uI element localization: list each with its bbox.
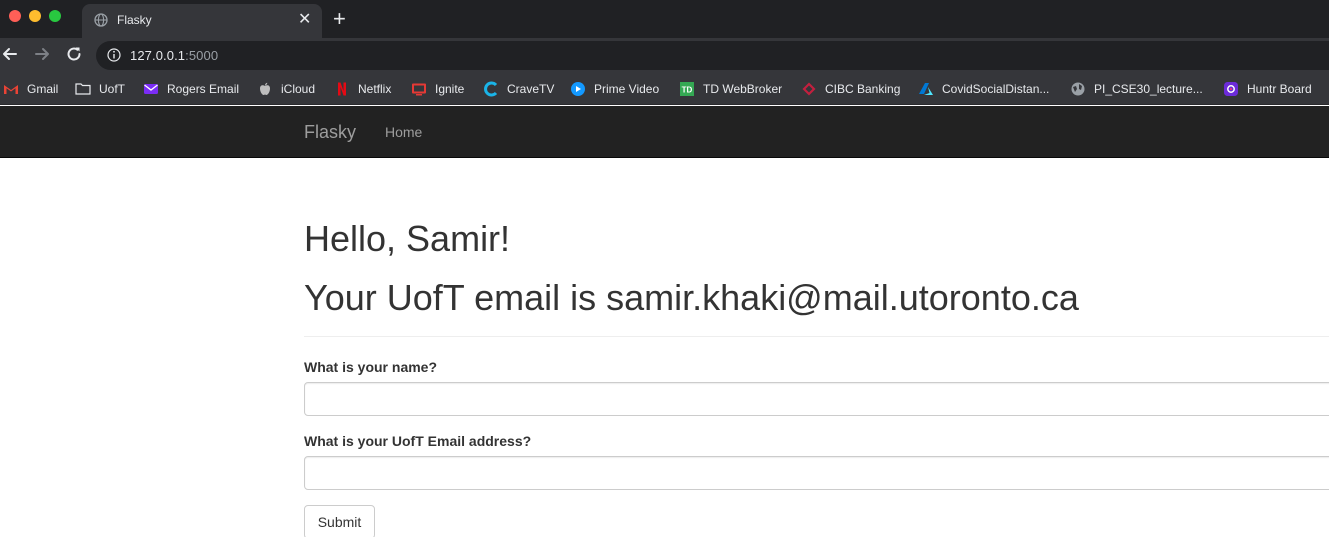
page-content: Hello, Samir! Your UofT email is samir.k… <box>0 158 1329 537</box>
navbar-brand[interactable]: Flasky <box>304 122 356 143</box>
bookmark-label: CraveTV <box>507 82 555 96</box>
email-input[interactable] <box>304 456 1329 490</box>
huntr-icon <box>1224 82 1238 96</box>
bookmark-label: Netflix <box>358 82 392 96</box>
close-window-button[interactable] <box>9 10 21 22</box>
gmail-icon <box>4 85 18 94</box>
bookmark-icloud[interactable]: iCloud <box>257 80 315 98</box>
submit-button[interactable]: Submit <box>304 505 375 537</box>
bookmark-covidsocialdistan[interactable]: CovidSocialDistan... <box>918 80 1049 98</box>
bookmark-label: PI_CSE30_lecture... <box>1094 82 1203 96</box>
folder-icon <box>75 83 91 95</box>
bookmark-gmail[interactable]: Gmail <box>3 80 58 98</box>
globe-icon <box>94 13 108 27</box>
site-navbar: Flasky Home <box>0 106 1329 158</box>
url-port: :5000 <box>185 48 219 63</box>
ignite-icon <box>412 83 426 96</box>
browser-toolbar: 127.0.0.1:5000 <box>0 38 1329 73</box>
bookmark-prime-video[interactable]: Prime Video <box>570 80 659 98</box>
email-heading: Your UofT email is samir.khaki@mail.utor… <box>304 277 1079 318</box>
prime-video-icon <box>571 82 585 96</box>
svg-text:TD: TD <box>682 86 693 95</box>
bookmark-label: CIBC Banking <box>825 82 901 96</box>
maximize-window-button[interactable] <box>49 10 61 22</box>
cibc-icon <box>802 82 816 96</box>
close-tab-icon[interactable]: ✕ <box>298 11 311 29</box>
nav-link-home[interactable]: Home <box>385 124 422 140</box>
page-header-divider <box>304 336 1329 337</box>
url-text: 127.0.0.1:5000 <box>130 48 218 63</box>
forward-arrow-icon[interactable] <box>32 44 52 64</box>
tab-title: Flasky <box>117 13 152 27</box>
globe-icon <box>1071 82 1085 96</box>
greeting-heading: Hello, Samir! <box>304 218 511 259</box>
url-host: 127.0.0.1 <box>130 48 186 63</box>
new-tab-button[interactable]: + <box>333 6 346 32</box>
bookmark-label: iCloud <box>281 82 316 96</box>
bookmark-label: Huntr Board <box>1247 82 1312 96</box>
bookmark-uoft[interactable]: UofT <box>75 80 125 98</box>
bookmark-label: UofT <box>99 82 126 96</box>
apple-icon <box>260 82 270 95</box>
bookmark-label: TD WebBroker <box>703 82 783 96</box>
yahoo-mail-icon <box>144 84 158 94</box>
td-icon: TD <box>680 82 694 96</box>
bookmark-label: Ignite <box>435 82 465 96</box>
name-input[interactable] <box>304 382 1329 416</box>
back-arrow-icon[interactable] <box>0 44 20 64</box>
minimize-window-button[interactable] <box>29 10 41 22</box>
bookmark-cibc-banking[interactable]: CIBC Banking <box>801 80 900 98</box>
bookmark-cravetv[interactable]: CraveTV <box>483 80 554 98</box>
bookmark-label: Prime Video <box>594 82 660 96</box>
bookmark-label: Rogers Email <box>167 82 240 96</box>
bookmark-pi-cse30-lecture[interactable]: PI_CSE30_lecture... <box>1070 80 1203 98</box>
email-label: What is your UofT Email address? <box>304 433 532 449</box>
bookmark-label: Gmail <box>27 82 59 96</box>
bookmark-td-webbroker[interactable]: TD TD WebBroker <box>679 80 782 98</box>
bookmark-netflix[interactable]: Netflix <box>334 80 391 98</box>
browser-tabstrip: Flasky ✕ + <box>0 0 1329 38</box>
bookmark-rogers-email[interactable]: Rogers Email <box>143 80 239 98</box>
name-label: What is your name? <box>304 359 438 375</box>
reload-icon[interactable] <box>64 44 84 64</box>
info-icon[interactable] <box>107 48 121 62</box>
bookmark-ignite[interactable]: Ignite <box>411 80 464 98</box>
bookmark-huntr-board[interactable]: Huntr Board <box>1223 80 1312 98</box>
address-bar[interactable]: 127.0.0.1:5000 <box>96 41 1329 70</box>
azure-icon <box>919 83 933 95</box>
netflix-icon <box>338 82 346 96</box>
crave-icon <box>484 81 498 97</box>
bookmark-label: CovidSocialDistan... <box>942 82 1050 96</box>
bookmarks-bar: Gmail UofT Rogers Email iCloud Netflix I… <box>0 73 1329 105</box>
browser-tab-flasky[interactable]: Flasky ✕ <box>82 4 322 38</box>
